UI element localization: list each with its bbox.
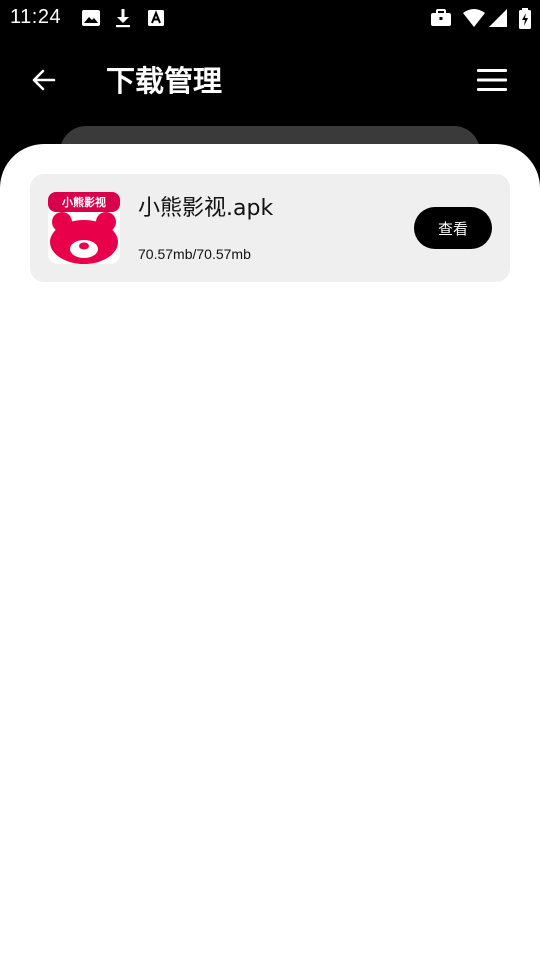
image-icon <box>81 8 101 32</box>
font-icon <box>146 8 166 32</box>
arrow-left-icon <box>30 66 58 94</box>
app-header: 下载管理 <box>0 36 540 128</box>
back-button[interactable] <box>22 58 66 102</box>
file-name: 小熊影视.apk <box>138 196 274 221</box>
download-icon <box>113 8 133 32</box>
battery-charging-icon <box>518 8 532 34</box>
status-bar: 11:24 <box>0 0 540 36</box>
download-item: 小熊影视 小熊影视.apk 70.57mb/70.57mb 查看 <box>30 174 510 282</box>
hamburger-menu-icon <box>476 67 508 93</box>
page-title: 下载管理 <box>106 64 223 98</box>
cellular-signal-icon <box>488 8 508 32</box>
wifi-icon <box>462 8 486 32</box>
menu-button[interactable] <box>468 58 516 102</box>
bear-app-icon: 小熊影视 <box>48 192 120 264</box>
file-size-progress: 70.57mb/70.57mb <box>138 246 251 262</box>
download-list-panel: 小熊影视 小熊影视.apk 70.57mb/70.57mb 查看 <box>0 144 540 960</box>
view-button[interactable]: 查看 <box>414 207 492 249</box>
briefcase-icon <box>430 8 452 32</box>
status-time: 11:24 <box>10 6 62 28</box>
app-icon-label: 小熊影视 <box>61 195 106 209</box>
